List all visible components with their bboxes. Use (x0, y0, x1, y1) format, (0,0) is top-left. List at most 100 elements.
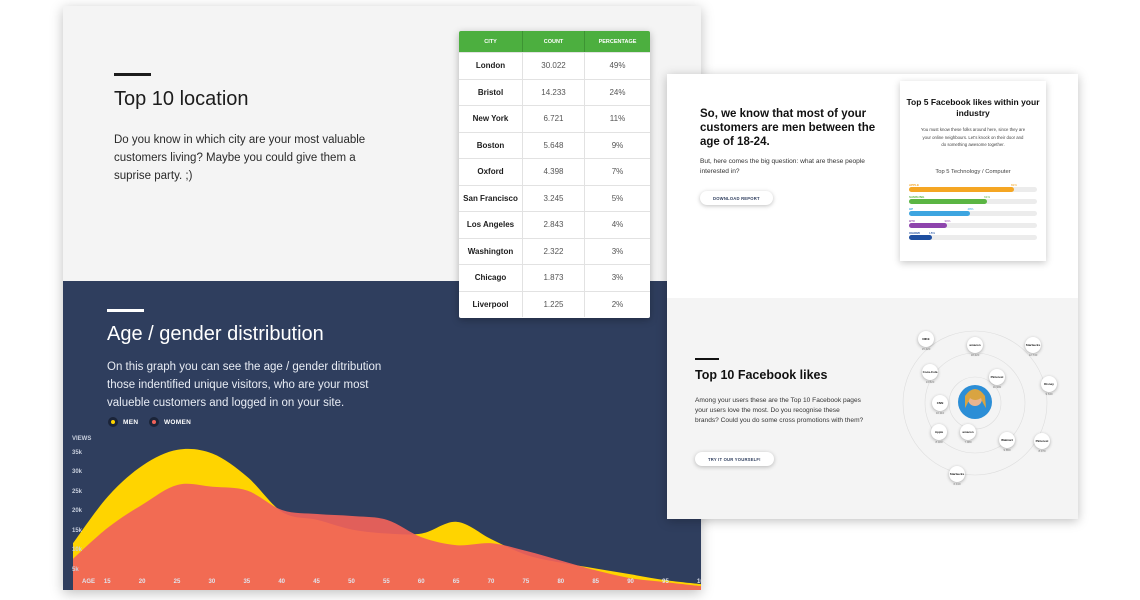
y-tick-label: 30k (72, 469, 83, 476)
x-tick-label: 85 (592, 579, 600, 585)
brand-node[interactable]: amazon 18.220 (967, 337, 983, 358)
table-row: Chicago 1.873 3% (459, 264, 650, 291)
bar-percentage: 82% (1010, 183, 1017, 187)
city-cell: Chicago (459, 265, 523, 291)
x-tick-label: 50 (348, 579, 355, 585)
x-tick-label: 25 (173, 579, 181, 585)
brand-node[interactable]: Starbucks 6.410 (949, 466, 965, 487)
brand-logo: Pinterest (1034, 433, 1050, 449)
orbit-diagram (902, 330, 1048, 476)
brand-like-count: 9.850 (1003, 448, 1011, 452)
x-tick-label: 70 (487, 579, 495, 585)
bar-percentage: 18% (929, 231, 936, 235)
percentage-cell: 7% (611, 167, 624, 177)
percentage-cell: 9% (611, 140, 624, 150)
city-cell: Washington (459, 238, 523, 264)
bar-fill (909, 223, 948, 228)
city-cell: Liverpool (459, 291, 523, 317)
column-header-count[interactable]: COUNT (523, 31, 585, 52)
count-cell: 2.843 (523, 212, 585, 238)
y-tick-label: 25k (72, 488, 83, 495)
count-cell: 14.233 (523, 79, 585, 105)
brand-logo: CNN (932, 395, 948, 411)
facebook-likes-mockup: So, we know that most of your customers … (667, 74, 1078, 519)
x-tick-label: 45 (313, 579, 320, 585)
brand-node[interactable]: CNN 10.110 (932, 395, 948, 416)
x-tick-label: 65 (452, 579, 460, 585)
card-title: Top 5 Facebook likes within your industr… (906, 97, 1040, 118)
brand-node[interactable]: Starbucks 12.740 (1025, 337, 1041, 358)
industry-bar[interactable]: SAMSUNG 61% (909, 195, 1037, 205)
bar-fill (909, 199, 988, 204)
count-cell: 6.721 (523, 106, 585, 132)
industry-bar[interactable]: HP 48% (909, 207, 1037, 217)
brand-like-count: 15.420 (921, 347, 931, 351)
industry-bar[interactable]: XIAOMI 18% (909, 231, 1037, 241)
brand-node[interactable]: Pinterest 8.470 (1034, 433, 1050, 454)
brand-node[interactable]: Apple 8.320 (931, 424, 947, 445)
bar-fill (909, 235, 933, 240)
column-header-city[interactable]: CITY (459, 31, 523, 52)
table-row: London 30.022 49% (459, 52, 650, 79)
brand-like-count: 8.320 (935, 440, 943, 444)
table-row: San Francisco 3.245 5% (459, 184, 650, 211)
x-tick-label: 35 (243, 579, 251, 585)
x-axis-title: AGE (82, 579, 96, 585)
table-row: New York 6.721 11% (459, 105, 650, 132)
x-tick-label: 90 (627, 579, 634, 585)
table-header: CITY COUNT PERCENTAGE (459, 31, 650, 52)
percentage-cell: 2% (611, 299, 624, 309)
interests-section: So, we know that most of your customers … (667, 74, 1078, 298)
card-subtitle: Top 5 Technology / Computer (935, 169, 1011, 175)
industry-bar[interactable]: HTC 30% (909, 219, 1037, 229)
download-report-button[interactable]: DOWNLOAD REPORT (700, 191, 773, 205)
brand-like-count: 13.520 (925, 380, 935, 384)
facebook-likes-section: Top 10 Facebook likes Among your users t… (667, 298, 1078, 519)
table-row: Bristol 14.233 24% (459, 78, 650, 105)
percentage-cell: 3% (611, 273, 624, 283)
x-tick-label: 40 (278, 579, 286, 585)
brand-node[interactable]: Disney 9.640 (1041, 376, 1057, 397)
bar-percentage: 61% (984, 195, 991, 199)
count-cell: 30.022 (523, 53, 585, 79)
brand-logo: Pinterest (989, 369, 1005, 385)
brand-logo: amazon (967, 337, 983, 353)
x-tick-label: 100 (697, 579, 701, 585)
count-cell: 5.648 (523, 132, 585, 158)
x-tick-label: 30 (208, 579, 216, 585)
x-tick-label: 15 (103, 579, 111, 585)
brand-like-count: 11.900 (992, 385, 1002, 389)
brand-logo: NIKE (918, 331, 934, 347)
count-cell: 3.245 (523, 185, 585, 211)
brand-like-count: 9.640 (1045, 392, 1053, 396)
percentage-cell: 24% (609, 87, 626, 97)
brand-node[interactable]: NIKE 15.420 (918, 331, 934, 352)
x-tick-label: 75 (522, 579, 530, 585)
table-row: Boston 5.648 9% (459, 131, 650, 158)
y-tick-label: 35k (72, 449, 83, 456)
y-tick-label: 5k (72, 566, 79, 573)
x-tick-label: 95 (662, 579, 669, 585)
brand-logo: Disney (1041, 376, 1057, 392)
brand-node[interactable]: Coca-Cola 13.520 (922, 364, 938, 385)
count-cell: 2.322 (523, 238, 585, 264)
brand-node[interactable]: Pinterest 11.900 (989, 369, 1005, 390)
brand-like-count: 8.470 (1038, 449, 1046, 453)
table-row: Washington 2.322 3% (459, 237, 650, 264)
y-tick-label: 15k (72, 527, 83, 534)
interests-headline: So, we know that most of your customers … (700, 108, 876, 148)
series-area-women[interactable] (73, 483, 701, 590)
brand-node[interactable]: Walmart 9.850 (999, 432, 1015, 453)
city-cell: New York (459, 106, 523, 132)
percentage-cell: 5% (611, 193, 624, 203)
column-header-percentage[interactable]: PERCENTAGE (585, 31, 650, 52)
brand-node[interactable]: amazon 7.980 (960, 424, 976, 445)
x-tick-label: 80 (557, 579, 565, 585)
y-axis-title: VIEWS (72, 436, 92, 442)
brand-logo: amazon (960, 424, 976, 440)
brand-logo: Walmart (999, 432, 1015, 448)
industry-bar[interactable]: APPLE 82% (909, 183, 1037, 193)
top-cities-table: CITY COUNT PERCENTAGE London 30.022 49% Bri… (459, 31, 650, 318)
bar-fill (909, 187, 1014, 192)
x-tick-label: 60 (417, 579, 425, 585)
